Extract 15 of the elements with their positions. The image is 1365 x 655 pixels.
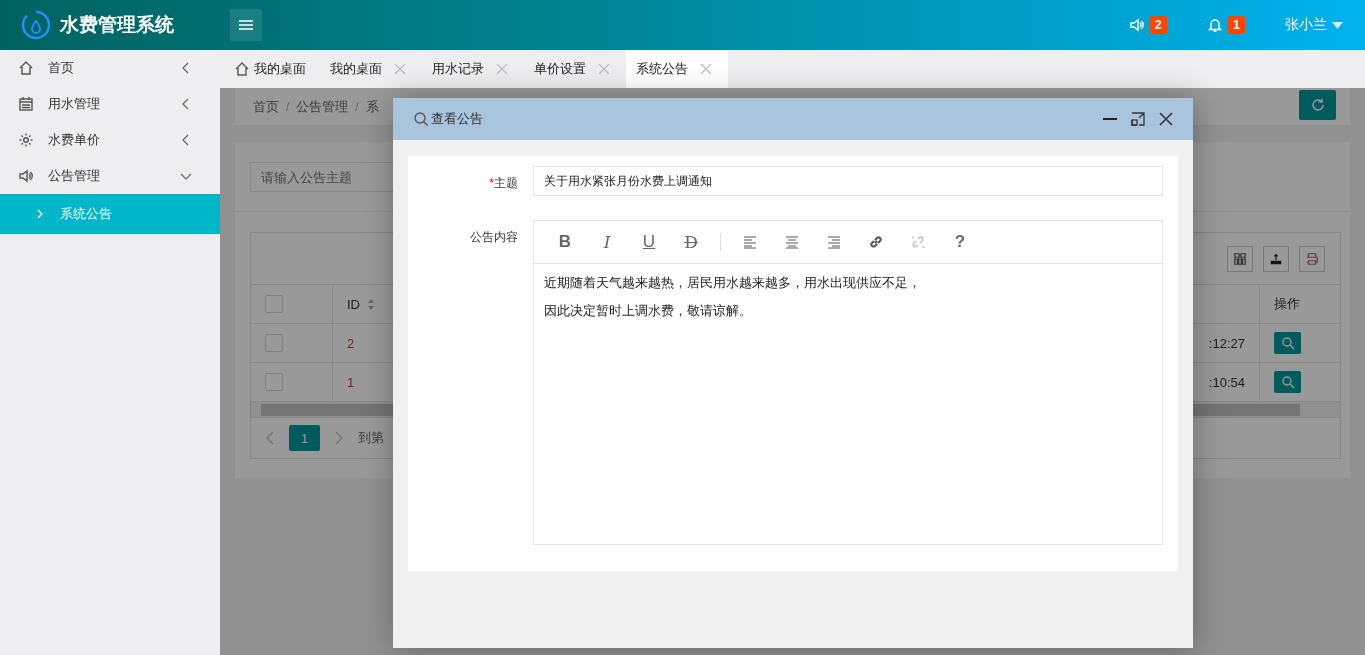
- goto-label: 到第: [358, 429, 384, 447]
- count-badge: 2: [1149, 16, 1167, 34]
- count-badge: 1: [1227, 16, 1245, 34]
- app-title: 水费管理系统: [60, 13, 174, 37]
- breadcrumb-separator: /: [355, 99, 359, 114]
- table-cell: 1: [347, 374, 355, 390]
- dialog-title: 查看公告: [431, 110, 484, 128]
- paragraph: 因此决定暂时上调水费，敬请谅解。: [544, 302, 753, 320]
- table-cell: 2: [347, 335, 355, 351]
- table-cell: :10:54: [1208, 374, 1245, 390]
- field-label: *主题: [488, 175, 518, 192]
- field-label: 公告内容: [469, 229, 518, 246]
- paragraph: 近期随着天气越来越热，居民用水越来越多，用水出现供应不足，: [544, 274, 922, 292]
- breadcrumb-separator: /: [286, 99, 290, 114]
- table-cell: :12:27: [1208, 335, 1245, 351]
